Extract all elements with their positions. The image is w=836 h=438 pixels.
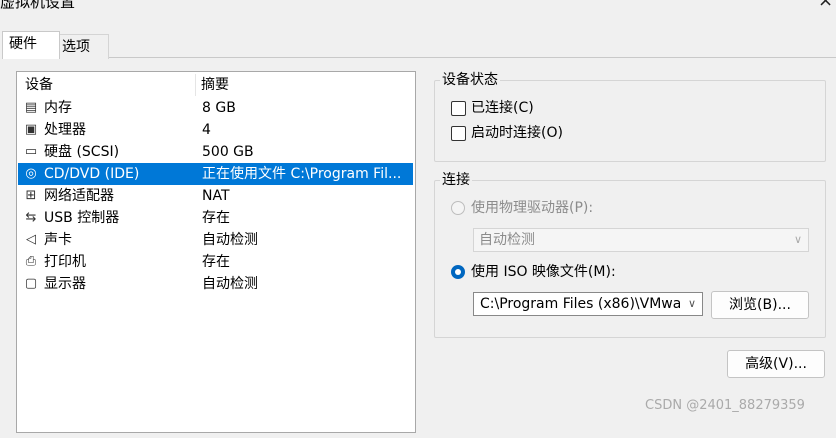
iso-path-combo[interactable]: C:\Program Files (x86)\VMwar ∨ xyxy=(473,292,703,316)
device-row-sound[interactable]: ◁ 声卡 自动检测 xyxy=(18,229,413,251)
device-name: 硬盘 (SCSI) xyxy=(44,144,120,160)
device-summary: 500 GB xyxy=(202,144,254,160)
device-summary: 正在使用文件 C:\Program Fil... xyxy=(202,166,402,182)
device-list[interactable]: 设备 摘要 ▤ 内存 8 GB ▣ 处理器 4 ▭ 硬盘 (SCSI) 500 … xyxy=(16,71,416,433)
device-row-cd-dvd[interactable]: ◎ CD/DVD (IDE) 正在使用文件 C:\Program Fil... xyxy=(18,163,413,185)
device-summary: NAT xyxy=(202,188,230,204)
connected-checkbox[interactable] xyxy=(451,101,466,116)
device-summary: 自动检测 xyxy=(202,232,258,248)
physical-drive-radio[interactable] xyxy=(451,201,465,215)
device-name: USB 控制器 xyxy=(44,210,120,226)
connected-label[interactable]: 已连接(C) xyxy=(471,99,534,117)
physical-drive-label[interactable]: 使用物理驱动器(P): xyxy=(471,199,593,217)
browse-button[interactable]: 浏览(B)... xyxy=(711,291,809,319)
device-summary: 4 xyxy=(202,122,211,138)
device-summary: 存在 xyxy=(202,210,230,226)
advanced-button[interactable]: 高级(V)... xyxy=(727,350,825,378)
monitor-icon: ▢ xyxy=(24,276,38,291)
device-row-network[interactable]: ⊞ 网络适配器 NAT xyxy=(18,185,413,207)
column-divider[interactable] xyxy=(195,74,196,96)
device-summary: 8 GB xyxy=(202,100,236,116)
window-title: 虚拟机设置 xyxy=(0,0,76,11)
device-name: 显示器 xyxy=(44,276,86,292)
cpu-icon: ▣ xyxy=(24,122,38,137)
iso-radio[interactable] xyxy=(451,265,465,279)
cd-icon: ◎ xyxy=(25,166,37,181)
device-row-usb[interactable]: ⇆ USB 控制器 存在 xyxy=(18,207,413,229)
close-icon[interactable]: × xyxy=(818,0,833,11)
column-header-device[interactable]: 设备 xyxy=(25,74,53,96)
device-status-group xyxy=(434,80,826,162)
connect-at-power-on-checkbox[interactable] xyxy=(451,126,466,141)
printer-icon: ⎙ xyxy=(25,254,37,269)
device-row-printer[interactable]: ⎙ 打印机 存在 xyxy=(18,251,413,273)
device-summary: 自动检测 xyxy=(202,276,258,292)
device-name: 声卡 xyxy=(44,232,72,248)
device-summary: 存在 xyxy=(202,254,230,270)
device-name: CD/DVD (IDE) xyxy=(44,166,140,182)
device-row-display[interactable]: ▢ 显示器 自动检测 xyxy=(18,273,413,295)
speaker-icon: ◁ xyxy=(26,232,36,247)
chevron-down-icon: ∨ xyxy=(687,297,696,310)
device-name: 网络适配器 xyxy=(44,188,114,204)
physical-drive-select-value: 自动检测 xyxy=(479,232,535,248)
network-icon: ⊞ xyxy=(25,188,37,203)
column-header-summary[interactable]: 摘要 xyxy=(201,74,229,96)
connection-title: 连接 xyxy=(440,171,472,189)
device-status-title: 设备状态 xyxy=(440,71,500,89)
iso-label[interactable]: 使用 ISO 映像文件(M): xyxy=(471,263,616,281)
iso-path-value: C:\Program Files (x86)\VMwar xyxy=(480,296,680,312)
device-name: 打印机 xyxy=(44,254,86,270)
chevron-down-icon: ∨ xyxy=(793,233,802,246)
watermark: CSDN @2401_88279359 xyxy=(645,398,805,413)
device-name: 处理器 xyxy=(44,122,86,138)
disk-icon: ▭ xyxy=(24,144,38,159)
tab-options[interactable]: 选项 xyxy=(55,34,109,59)
connect-at-power-on-label[interactable]: 启动时连接(O) xyxy=(471,124,563,142)
physical-drive-select[interactable]: 自动检测 ∨ xyxy=(473,228,809,252)
memory-icon: ▤ xyxy=(24,100,38,115)
usb-icon: ⇆ xyxy=(25,210,37,225)
device-row-disk[interactable]: ▭ 硬盘 (SCSI) 500 GB xyxy=(18,141,413,163)
tab-hardware[interactable]: 硬件 xyxy=(2,31,60,59)
device-name: 内存 xyxy=(44,100,72,116)
device-row-cpu[interactable]: ▣ 处理器 4 xyxy=(18,119,413,141)
device-row-memory[interactable]: ▤ 内存 8 GB xyxy=(18,97,413,119)
